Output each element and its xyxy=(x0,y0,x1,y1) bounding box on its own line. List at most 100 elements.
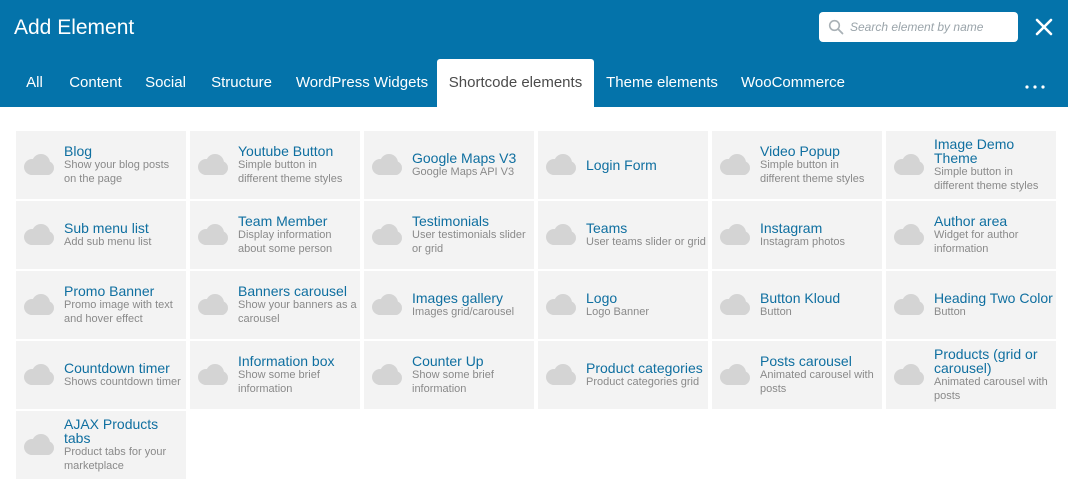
element-placeholder-icon xyxy=(720,364,750,385)
element-card[interactable]: Button Kloud Button xyxy=(712,271,882,339)
element-placeholder-icon xyxy=(198,364,228,385)
tab-shortcode-elements[interactable]: Shortcode elements xyxy=(437,59,594,107)
element-name: Google Maps V3 xyxy=(412,150,517,166)
element-name: Countdown timer xyxy=(64,360,170,376)
element-card[interactable]: Posts carousel Animated carousel with pos… xyxy=(712,341,882,409)
element-description: Product categories grid xyxy=(586,376,700,388)
element-card[interactable]: Team Member Display information about som… xyxy=(190,201,360,269)
element-card[interactable]: Testimonials User testimonials slider or … xyxy=(364,201,534,269)
element-card[interactable]: Sub menu list Add sub menu list xyxy=(16,201,186,269)
element-name: Counter Up xyxy=(412,353,484,369)
element-card[interactable]: Google Maps V3 Google Maps API V3 xyxy=(364,131,534,199)
element-placeholder-icon xyxy=(720,224,750,245)
element-description: Shows countdown timer xyxy=(64,376,181,388)
element-card[interactable]: Banners carousel Show your banners as a c… xyxy=(190,271,360,339)
element-description: Product tabs for your marketplace xyxy=(64,446,167,472)
tab-structure[interactable]: Structure xyxy=(197,59,286,107)
element-placeholder-icon xyxy=(720,294,750,315)
element-placeholder-icon xyxy=(372,154,402,175)
element-description: Animated carousel with posts xyxy=(760,369,874,395)
element-card[interactable]: Teams User teams slider or grid xyxy=(538,201,708,269)
element-description: Button xyxy=(760,306,792,318)
element-description: Logo Banner xyxy=(586,306,649,318)
element-placeholder-icon xyxy=(198,224,228,245)
element-card[interactable]: Images gallery Images grid/carousel xyxy=(364,271,534,339)
element-name: Information box xyxy=(238,353,335,369)
search-icon xyxy=(828,19,844,35)
element-description: Show your blog posts on the page xyxy=(64,159,170,185)
tab-wordpress-widgets[interactable]: WordPress Widgets xyxy=(285,59,439,107)
element-card[interactable]: Information box Show some brief informati… xyxy=(190,341,360,409)
element-placeholder-icon xyxy=(198,154,228,175)
element-name: Login Form xyxy=(586,157,657,173)
element-card[interactable]: Counter Up Show some brief information xyxy=(364,341,534,409)
element-name: Heading Two Color xyxy=(934,290,1053,306)
element-placeholder-icon xyxy=(372,224,402,245)
tab-all[interactable]: All xyxy=(17,59,52,107)
element-placeholder-icon xyxy=(372,364,402,385)
element-placeholder-icon xyxy=(546,364,576,385)
element-placeholder-icon xyxy=(24,434,54,455)
tab-woocommerce[interactable]: WooCommerce xyxy=(730,59,856,107)
element-name: Banners carousel xyxy=(238,283,347,299)
element-description: Show some brief information xyxy=(412,369,494,395)
element-name: AJAX Products tabs xyxy=(64,416,159,446)
category-tabs: All Content Social Structure WordPress W… xyxy=(0,59,1068,107)
element-name: Image Demo Theme xyxy=(934,136,1015,166)
element-description: Instagram photos xyxy=(760,236,845,248)
element-name: Teams xyxy=(586,220,628,236)
element-placeholder-icon xyxy=(546,294,576,315)
element-card[interactable]: Login Form xyxy=(538,131,708,199)
search-box[interactable] xyxy=(819,12,1018,42)
element-card[interactable]: Countdown timer Shows countdown timer xyxy=(16,341,186,409)
element-card[interactable]: Logo Logo Banner xyxy=(538,271,708,339)
tab-content[interactable]: Content xyxy=(56,59,135,107)
element-card[interactable]: Author area Widget for author information xyxy=(886,201,1056,269)
element-name: Instagram xyxy=(760,220,823,236)
element-description: Button xyxy=(934,306,966,318)
element-card[interactable]: Image Demo Theme Simple button in differe… xyxy=(886,131,1056,199)
element-description: Add sub menu list xyxy=(64,236,152,248)
element-placeholder-icon xyxy=(198,294,228,315)
element-card[interactable]: Instagram Instagram photos xyxy=(712,201,882,269)
element-name: Youtube Button xyxy=(238,143,334,159)
element-description: Display information about some person xyxy=(238,229,333,255)
element-card[interactable]: Product categories Product categories gri… xyxy=(538,341,708,409)
element-description: Show your banners as a carousel xyxy=(238,299,357,325)
close-icon xyxy=(1035,18,1053,36)
element-description: Widget for author information xyxy=(934,229,1019,255)
element-name: Posts carousel xyxy=(760,353,852,369)
element-card[interactable]: Youtube Button Simple button in different… xyxy=(190,131,360,199)
element-placeholder-icon xyxy=(24,224,54,245)
element-card[interactable]: AJAX Products tabs Product tabs for your … xyxy=(16,411,186,479)
element-placeholder-icon xyxy=(24,364,54,385)
search-input[interactable] xyxy=(850,16,1010,38)
element-card[interactable]: Promo Banner Promo image with text and ho… xyxy=(16,271,186,339)
element-name: Product categories xyxy=(586,360,703,376)
element-card[interactable]: Products (grid or carousel) Animated caro… xyxy=(886,341,1056,409)
element-name: Blog xyxy=(64,143,93,159)
element-description: Simple button in different theme styles xyxy=(760,159,865,185)
header-bar: Add Element All Content Social Structure… xyxy=(0,0,1068,107)
element-placeholder-icon xyxy=(894,294,924,315)
element-description: Simple button in different theme styles xyxy=(934,166,1039,192)
element-description: Show some brief information xyxy=(238,369,320,395)
close-button[interactable] xyxy=(1034,17,1054,37)
element-name: Logo xyxy=(586,290,618,306)
more-tabs-button[interactable] xyxy=(1022,59,1052,107)
element-name: Video Popup xyxy=(760,143,840,159)
element-name: Promo Banner xyxy=(64,283,155,299)
tab-social[interactable]: Social xyxy=(135,59,196,107)
element-card[interactable]: Heading Two Color Button xyxy=(886,271,1056,339)
element-name: Sub menu list xyxy=(64,220,149,236)
element-name: Testimonials xyxy=(412,213,490,229)
element-placeholder-icon xyxy=(24,294,54,315)
element-name: Author area xyxy=(934,213,1008,229)
element-placeholder-icon xyxy=(546,154,576,175)
tab-theme-elements[interactable]: Theme elements xyxy=(594,59,730,107)
element-card[interactable]: Video Popup Simple button in different th… xyxy=(712,131,882,199)
element-card[interactable]: Blog Show your blog posts on the page xyxy=(16,131,186,199)
element-description: Animated carousel with posts xyxy=(934,376,1048,402)
element-description: User teams slider or grid xyxy=(586,236,706,248)
element-description: Images grid/carousel xyxy=(412,306,515,318)
